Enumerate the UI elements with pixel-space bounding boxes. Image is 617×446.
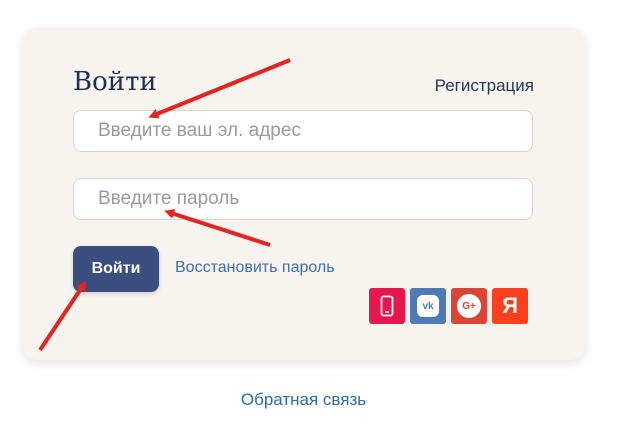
password-field[interactable] xyxy=(73,178,533,220)
google-plus-login-button[interactable]: G+ xyxy=(451,288,487,324)
phone-icon xyxy=(380,295,394,317)
login-title: Войти xyxy=(73,67,157,97)
login-card: Войти Регистрация Войти Восстановить пар… xyxy=(23,28,585,360)
yandex-icon: Я xyxy=(502,293,518,318)
register-link[interactable]: Регистрация xyxy=(435,76,534,96)
google-plus-icon: G+ xyxy=(457,294,481,318)
phone-login-button[interactable] xyxy=(369,288,405,324)
vk-icon: vk xyxy=(417,295,439,317)
yandex-login-button[interactable]: Я xyxy=(492,288,528,324)
email-field[interactable] xyxy=(73,110,533,152)
vk-login-button[interactable]: vk xyxy=(410,288,446,324)
restore-password-link[interactable]: Восстановить пароль xyxy=(175,259,335,277)
feedback-link[interactable]: Обратная связь xyxy=(0,390,607,410)
login-button[interactable]: Войти xyxy=(73,246,159,292)
